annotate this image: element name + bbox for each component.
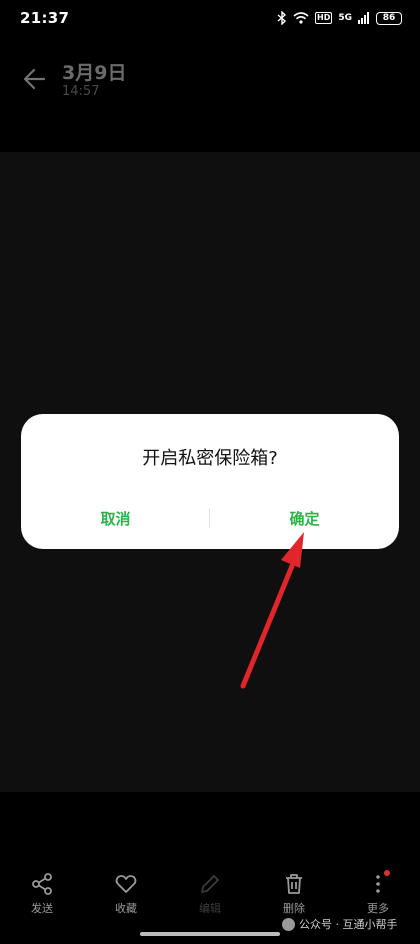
battery-indicator: 86 xyxy=(376,11,402,25)
toolbar-delete-label: 删除 xyxy=(283,902,305,915)
bottom-toolbar: 发送 收藏 编辑 删除 更多 xyxy=(0,864,420,924)
signal-icon xyxy=(358,12,369,24)
pencil-icon xyxy=(201,875,219,893)
header: 3月9日 14:57 xyxy=(0,44,420,124)
bluetooth-icon xyxy=(277,11,287,25)
notification-dot xyxy=(384,870,390,876)
wechat-icon xyxy=(282,917,295,931)
screen: 21:37 HD 5G 86 3月9日 14:57 开启私密保险箱? 取消 确定… xyxy=(0,0,420,944)
toolbar-favorite[interactable]: 收藏 xyxy=(84,864,168,924)
status-time: 21:37 xyxy=(20,9,70,27)
toolbar-favorite-label: 收藏 xyxy=(115,902,137,915)
status-icons: HD 5G 86 xyxy=(277,11,402,25)
network-badge: 5G xyxy=(338,13,352,23)
back-arrow-icon[interactable] xyxy=(20,64,50,94)
toolbar-send[interactable]: 发送 xyxy=(0,864,84,924)
heart-icon xyxy=(115,875,137,893)
toolbar-send-label: 发送 xyxy=(31,902,53,915)
watermark: 公众号 · 互通小帮手 xyxy=(282,916,398,932)
status-bar: 21:37 HD 5G 86 xyxy=(0,0,420,36)
watermark-text: 公众号 · 互通小帮手 xyxy=(299,918,398,931)
cancel-button[interactable]: 取消 xyxy=(21,504,210,534)
toolbar-edit[interactable]: 编辑 xyxy=(168,864,252,924)
toolbar-more-label: 更多 xyxy=(367,902,389,915)
page-subtitle: 14:57 xyxy=(62,84,100,99)
toolbar-delete[interactable]: 删除 xyxy=(252,864,336,924)
share-icon xyxy=(32,873,52,895)
toolbar-more[interactable]: 更多 xyxy=(336,864,420,924)
dialog-title: 开启私密保险箱? xyxy=(142,448,278,469)
trash-icon xyxy=(286,874,302,894)
toolbar-edit-label: 编辑 xyxy=(199,902,221,915)
vault-dialog: 开启私密保险箱? 取消 确定 xyxy=(21,414,399,549)
hd-badge: HD xyxy=(315,12,333,24)
wifi-icon xyxy=(293,12,309,24)
confirm-button[interactable]: 确定 xyxy=(210,504,399,534)
page-title: 3月9日 xyxy=(62,62,127,84)
home-indicator[interactable] xyxy=(140,932,280,936)
